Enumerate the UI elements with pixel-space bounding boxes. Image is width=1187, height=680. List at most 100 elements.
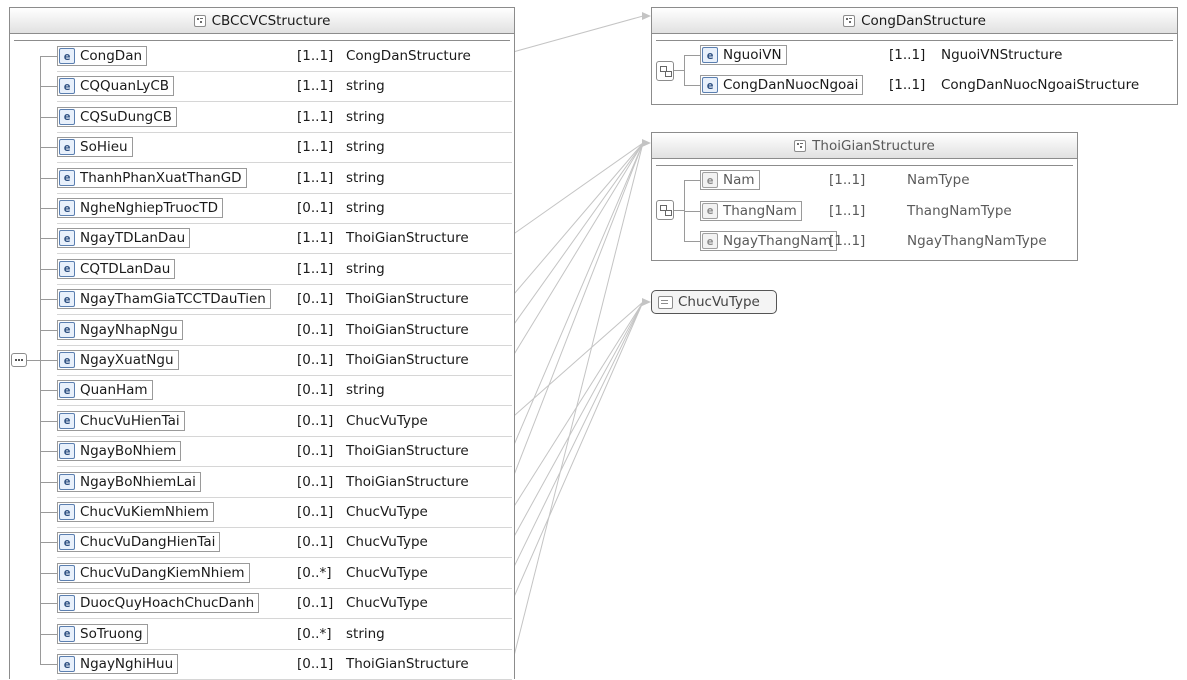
- type-reference-line: [512, 142, 644, 478]
- element-cardinality: [0..1]: [297, 382, 334, 399]
- element-cardinality: [0..1]: [297, 504, 334, 520]
- cbccvc-element-row[interactable]: e ChucVuKiemNhiem [0..1] ChucVuType: [40, 497, 512, 528]
- element-node[interactable]: e Nam: [700, 170, 760, 190]
- element-icon: e: [59, 504, 75, 520]
- sequence-connector-line: [27, 360, 40, 361]
- element-icon: e: [702, 77, 718, 93]
- cbccvc-element-row[interactable]: e DuocQuyHoachChucDanh [0..1] ChucVuType: [40, 588, 512, 620]
- element-node[interactable]: e SoTruong: [57, 623, 148, 644]
- branch-stub-line: [40, 208, 57, 209]
- element-node[interactable]: e NguoiVN: [700, 45, 787, 65]
- type-reference-line: [512, 301, 644, 418]
- choice-compositor-icon[interactable]: [656, 61, 674, 81]
- sequence-compositor-icon[interactable]: [11, 353, 27, 367]
- element-node[interactable]: e NgheNghiepTruocTD: [57, 198, 224, 218]
- element-name: CongDanNuocNgoai: [723, 77, 859, 93]
- type-reference-line: [512, 142, 644, 448]
- element-icon: e: [59, 443, 75, 460]
- element-cardinality: [0..1]: [297, 321, 334, 338]
- element-node[interactable]: e NgayXuatNgu: [57, 350, 179, 370]
- thoigian-structure-title: ThoiGianStructure: [812, 137, 935, 154]
- element-node[interactable]: e CQTDLanDau: [57, 258, 176, 279]
- cbccvc-element-row[interactable]: e SoTruong [0..*] string: [40, 619, 512, 650]
- type-reference-line: [512, 142, 644, 661]
- element-node[interactable]: e ChucVuDangKiemNhiem: [57, 562, 250, 583]
- element-node[interactable]: e NgayThangNam: [700, 231, 837, 251]
- element-cardinality: [1..1]: [889, 47, 926, 63]
- simple-type-icon: [658, 295, 673, 309]
- element-node[interactable]: e ThanhPhanXuatThanGD: [57, 167, 247, 188]
- element-node[interactable]: e ChucVuHienTai: [57, 410, 185, 431]
- cbccvc-element-row[interactable]: e NgayBoNhiem [0..1] ThoiGianStructure: [40, 436, 512, 468]
- chucvu-type-box[interactable]: ChucVuType: [651, 290, 777, 314]
- element-type: string: [346, 169, 385, 186]
- element-node[interactable]: e NgayTDLanDau: [57, 228, 191, 249]
- cbccvc-element-row[interactable]: e CQQuanLyCB [1..1] string: [40, 71, 512, 103]
- cbccvc-element-row[interactable]: e ThanhPhanXuatThanGD [1..1] string: [40, 163, 512, 194]
- element-icon: e: [59, 78, 75, 95]
- element-cardinality: [1..1]: [829, 233, 866, 249]
- element-node[interactable]: e CQSuDungCB: [57, 106, 177, 127]
- type-reference-line: [512, 301, 644, 600]
- branch-stub-line: [40, 572, 57, 574]
- element-cardinality: [0..1]: [297, 352, 334, 368]
- choice-compositor-icon[interactable]: [656, 200, 674, 220]
- element-cardinality: [0..*]: [297, 564, 332, 581]
- element-node[interactable]: e NgayNhapNgu: [57, 319, 183, 340]
- cbccvc-element-row[interactable]: e NgheNghiepTruocTD [0..1] string: [40, 193, 512, 224]
- element-type: CongDanNuocNgoaiStructure: [941, 77, 1140, 93]
- cbccvc-element-row[interactable]: e ChucVuHienTai [0..1] ChucVuType: [40, 406, 512, 437]
- element-icon: e: [59, 230, 75, 247]
- element-node[interactable]: e ChucVuKiemNhiem: [57, 502, 214, 522]
- cbccvc-element-row[interactable]: e NgayBoNhiemLai [0..1] ThoiGianStructure: [40, 467, 512, 498]
- cbccvc-element-row[interactable]: e ChucVuDangKiemNhiem [0..*] ChucVuType: [40, 558, 512, 589]
- element-cardinality: [1..1]: [297, 78, 334, 95]
- cbccvc-element-row[interactable]: e NgayNghiHuu [0..1] ThoiGianStructure: [40, 649, 512, 680]
- cbccvc-element-row[interactable]: e QuanHam [0..1] string: [40, 375, 512, 407]
- branch-stub-line: [40, 481, 57, 483]
- cbccvc-element-row[interactable]: e NgayThamGiaTCCTDauTien [0..1] ThoiGianStr…: [40, 284, 512, 316]
- branch-stub-line: [40, 420, 57, 422]
- cbccvc-element-row[interactable]: e NgayXuatNgu [0..1] ThoiGianStructure: [40, 345, 512, 376]
- element-name: NgheNghiepTruocTD: [80, 200, 219, 216]
- element-node[interactable]: e CongDanNuocNgoai: [700, 75, 864, 95]
- element-node[interactable]: e QuanHam: [57, 380, 153, 401]
- element-node[interactable]: e NgayNghiHuu: [57, 654, 179, 674]
- element-type: ThoiGianStructure: [346, 473, 469, 490]
- congdan-element-row[interactable]: e CongDanNuocNgoai [1..1] CongDanNuocNgoaiS…: [684, 70, 1164, 100]
- branch-stub-line: [40, 603, 57, 605]
- element-type: ThangNamType: [907, 202, 1012, 219]
- element-cardinality: [0..1]: [297, 595, 334, 612]
- element-cardinality: [0..1]: [297, 534, 334, 551]
- thoigian-element-row[interactable]: e NgayThangNam [1..1] NgayThangNamType: [684, 226, 1064, 256]
- element-icon: e: [59, 625, 75, 642]
- thoigian-element-row[interactable]: e ThangNam [1..1] ThangNamType: [684, 196, 1064, 226]
- cbccvc-element-row[interactable]: e CongDan [1..1] CongDanStructure: [40, 41, 512, 72]
- element-node[interactable]: e NgayBoNhiemLai: [57, 471, 201, 492]
- element-cardinality: [0..1]: [297, 200, 334, 216]
- element-node[interactable]: e SoHieu: [57, 137, 133, 158]
- choice-connector-line: [674, 70, 684, 71]
- cbccvc-element-row[interactable]: e NgayNhapNgu [0..1] ThoiGianStructure: [40, 315, 512, 346]
- element-node[interactable]: e ThangNam: [700, 200, 802, 221]
- complex-type-icon: [794, 139, 807, 152]
- element-node[interactable]: e NgayThamGiaTCCTDauTien: [57, 289, 271, 310]
- element-node[interactable]: e CQQuanLyCB: [57, 76, 175, 97]
- element-cardinality: [1..1]: [297, 108, 334, 125]
- thoigian-element-row[interactable]: e Nam [1..1] NamType: [684, 165, 1064, 195]
- cbccvc-element-row[interactable]: e ChucVuDangHienTai [0..1] ChucVuType: [40, 527, 512, 559]
- element-node[interactable]: e NgayBoNhiem: [57, 441, 182, 462]
- cbccvc-element-row[interactable]: e SoHieu [1..1] string: [40, 132, 512, 164]
- cbccvc-element-row[interactable]: e NgayTDLanDau [1..1] ThoiGianStructure: [40, 223, 512, 255]
- element-node[interactable]: e CongDan: [57, 46, 148, 66]
- cbccvc-element-row[interactable]: e CQTDLanDau [1..1] string: [40, 254, 512, 285]
- type-reference-line: [512, 142, 644, 296]
- element-node[interactable]: e ChucVuDangHienTai: [57, 532, 221, 553]
- element-name: NguoiVN: [723, 47, 782, 63]
- cbccvc-element-row[interactable]: e CQSuDungCB [1..1] string: [40, 102, 512, 133]
- element-name: ChucVuKiemNhiem: [80, 504, 209, 520]
- thoigian-structure-header: ThoiGianStructure: [652, 133, 1077, 159]
- congdan-element-row[interactable]: e NguoiVN [1..1] NguoiVNStructure: [684, 40, 1164, 70]
- element-icon: e: [702, 47, 718, 63]
- element-node[interactable]: e DuocQuyHoachChucDanh: [57, 593, 260, 614]
